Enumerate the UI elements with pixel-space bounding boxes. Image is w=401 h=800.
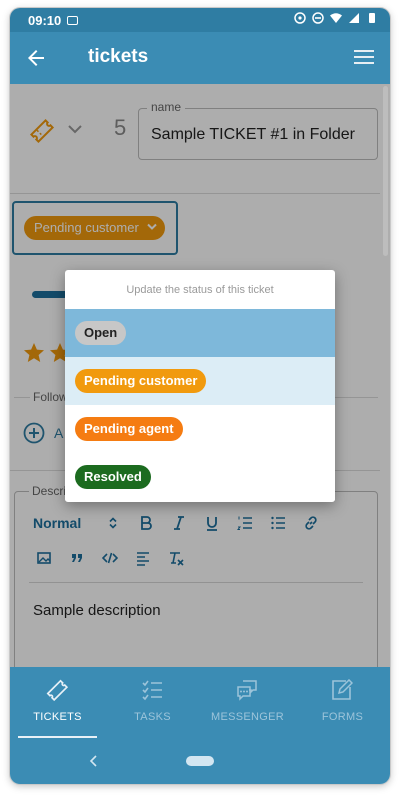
signal-icon (349, 13, 359, 23)
nav-tab-tasks[interactable]: TASKS (105, 667, 200, 739)
forms-icon (332, 679, 353, 700)
phone-screen: 09:10 tickets 5 name Sample TICKET #1 in… (10, 8, 390, 784)
nav-tab-tickets[interactable]: TICKETS (10, 667, 105, 739)
nav-label-forms: FORMS (321, 711, 364, 723)
status-option-pending-agent[interactable]: Pending agent (65, 405, 335, 453)
do-not-disturb-icon (312, 12, 324, 24)
status-time: 09:10 (28, 12, 62, 28)
system-home-pill[interactable] (186, 756, 214, 766)
status-chip-resolved: Resolved (75, 465, 151, 489)
battery-icon (369, 13, 375, 23)
status-option-open[interactable]: Open (65, 309, 335, 357)
system-back-icon[interactable] (88, 755, 100, 767)
messenger-icon (237, 680, 257, 701)
status-chip-pending-customer: Pending customer (75, 369, 207, 393)
back-arrow-icon[interactable] (24, 46, 48, 70)
nav-tab-messenger[interactable]: MESSENGER (200, 667, 295, 739)
nav-tab-forms[interactable]: FORMS (295, 667, 390, 739)
ticket-icon (46, 679, 68, 701)
notification-icon (67, 15, 79, 25)
nav-label-messenger: MESSENGER (211, 711, 284, 723)
sync-icon (294, 12, 306, 24)
status-dialog: Update the status of this ticket Open Pe… (65, 270, 335, 502)
bottom-navigation: TICKETS TASKS MESSENGER FORMS (10, 667, 390, 739)
status-bar: 09:10 (10, 8, 390, 32)
system-navigation-bar (10, 739, 390, 784)
status-chip-open: Open (75, 321, 127, 345)
active-tab-indicator (18, 736, 97, 738)
dialog-title: Update the status of this ticket (126, 284, 274, 296)
wifi-icon (330, 13, 342, 23)
scrollbar[interactable] (383, 86, 388, 256)
status-option-pending-customer[interactable]: Pending customer (65, 357, 335, 405)
status-option-resolved[interactable]: Resolved (65, 453, 335, 501)
nav-label-tasks: TASKS (134, 711, 171, 723)
tasks-icon (142, 680, 162, 701)
menu-icon[interactable] (354, 48, 374, 66)
status-icons (294, 12, 378, 24)
status-chip-pending-agent: Pending agent (75, 417, 183, 441)
nav-label-tickets: TICKETS (33, 711, 82, 723)
app-bar: tickets (10, 32, 390, 84)
page-title: tickets (88, 46, 149, 67)
